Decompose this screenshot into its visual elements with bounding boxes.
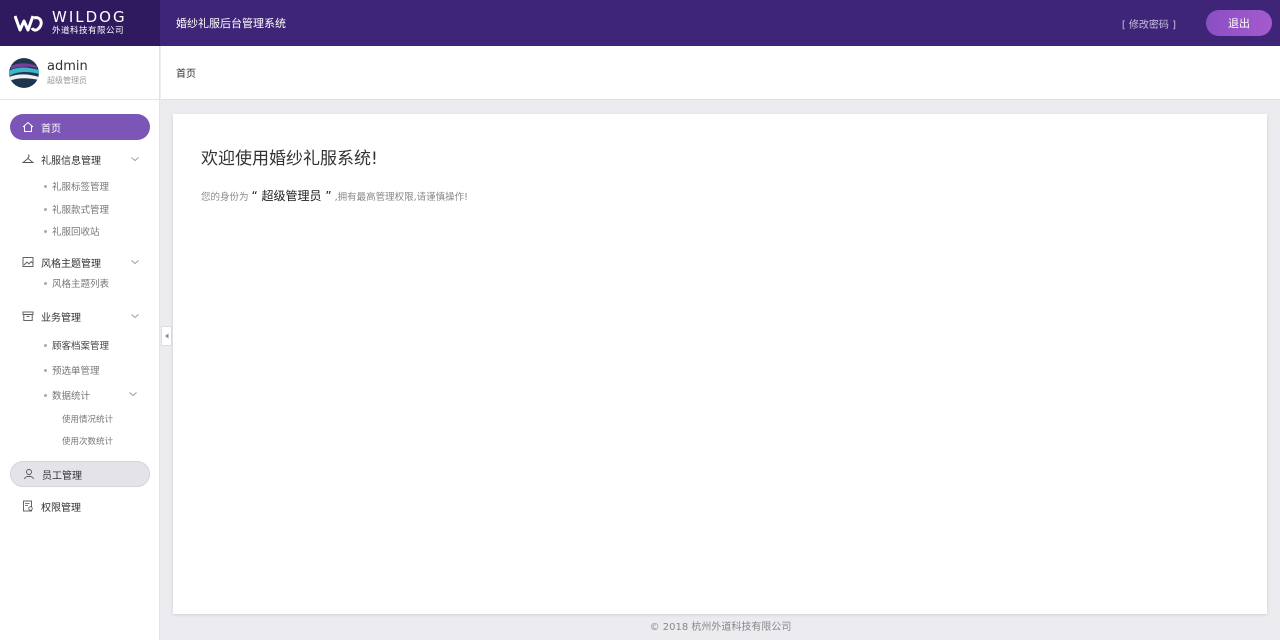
welcome-description: 您的身份为 “ 超级管理员 ” ,拥有最高管理权限,请谨慎操作! [201, 187, 1239, 204]
logo[interactable]: WILDOG 外道科技有限公司 [0, 0, 160, 46]
sidebar-subsubitem-usage-stats[interactable]: 使用情况统计 [62, 413, 113, 425]
logo-text-en: WILDOG [52, 8, 127, 27]
archive-box-icon [22, 310, 34, 322]
sidebar-subitem-dress-tag[interactable]: 礼服标签管理 [44, 179, 109, 193]
image-icon [22, 256, 34, 268]
change-password-link[interactable]: [ 修改密码 ] [1122, 16, 1176, 31]
sidebar-item-label: 业务管理 [41, 312, 81, 324]
hanger-icon [22, 153, 34, 165]
sidebar-item-label: 权限管理 [41, 502, 81, 514]
sidebar-subitem-label: 礼服标签管理 [52, 182, 110, 193]
breadcrumb-home[interactable]: 首页 [176, 65, 196, 80]
user-name: admin [47, 59, 88, 74]
logout-button[interactable]: 退出 [1206, 10, 1272, 36]
home-icon [22, 121, 34, 133]
sidebar-subitem-dress-style[interactable]: 礼服款式管理 [44, 202, 109, 216]
footer-copyright: © 2018 杭州外道科技有限公司 [649, 622, 792, 633]
sidebar-subitem-label: 礼服回收站 [52, 227, 100, 238]
user-icon [23, 468, 35, 480]
sidebar-subitem-preselect[interactable]: 预选单管理 [44, 363, 100, 377]
sidebar-subitem-dress-recycle[interactable]: 礼服回收站 [44, 224, 100, 238]
document-lock-icon [22, 500, 34, 512]
desc-prefix: 您的身份为 [201, 192, 249, 203]
sidebar-subitem-label: 礼服款式管理 [52, 205, 110, 216]
sidebar-subitem-stats[interactable]: 数据统计 [44, 388, 140, 402]
welcome-card: 欢迎使用婚纱礼服系统! 您的身份为 “ 超级管理员 ” ,拥有最高管理权限,请谨… [173, 114, 1267, 614]
sidebar-collapse-toggle[interactable] [161, 326, 172, 346]
sidebar: admin 超级管理员 首页 礼服信息管理 礼服标签管理 礼服款式管理 礼服回收… [0, 46, 160, 640]
breadcrumb: 首页 [161, 46, 1280, 100]
chevron-down-icon [131, 260, 139, 265]
system-title: 婚纱礼服后台管理系统 [176, 17, 286, 30]
avatar [9, 57, 39, 88]
welcome-title: 欢迎使用婚纱礼服系统! [201, 149, 378, 169]
caret-left-icon [164, 333, 168, 339]
sidebar-item-permission[interactable]: 权限管理 [10, 493, 150, 519]
sidebar-subitem-label: 顾客档案管理 [52, 341, 110, 352]
sidebar-item-theme[interactable]: 风格主题管理 [10, 249, 150, 275]
sidebar-item-business[interactable]: 业务管理 [10, 303, 150, 329]
sidebar-item-label: 首页 [41, 123, 61, 135]
logo-text-cn: 外道科技有限公司 [52, 26, 125, 37]
user-role: 超级管理员 [47, 76, 87, 85]
top-header: WILDOG 外道科技有限公司 婚纱礼服后台管理系统 [ 修改密码 ] 退出 [0, 0, 1280, 46]
sidebar-item-label: 风格主题管理 [41, 258, 101, 270]
sidebar-item-label: 员工管理 [42, 470, 82, 482]
sidebar-subitem-label: 数据统计 [52, 391, 91, 402]
sidebar-item-home[interactable]: 首页 [10, 114, 150, 140]
chevron-down-icon [131, 314, 139, 319]
desc-role: “ 超级管理员 ” [251, 189, 332, 203]
sidebar-subitem-label: 风格主题列表 [52, 279, 110, 290]
user-profile: admin 超级管理员 [0, 46, 159, 100]
sidebar-subitem-customer[interactable]: 顾客档案管理 [44, 338, 109, 352]
wildog-logo-icon [14, 12, 44, 34]
sidebar-subsubitem-count-stats[interactable]: 使用次数统计 [62, 435, 113, 447]
sidebar-subitem-label: 预选单管理 [52, 366, 100, 377]
sidebar-item-label: 礼服信息管理 [41, 155, 101, 167]
desc-suffix: ,拥有最高管理权限,请谨慎操作! [334, 192, 468, 203]
sidebar-item-staff[interactable]: 员工管理 [10, 461, 150, 487]
chevron-down-icon [131, 157, 139, 162]
sidebar-item-dress-info[interactable]: 礼服信息管理 [10, 146, 150, 172]
chevron-down-icon [129, 392, 137, 397]
sidebar-subitem-theme-list[interactable]: 风格主题列表 [44, 276, 109, 290]
